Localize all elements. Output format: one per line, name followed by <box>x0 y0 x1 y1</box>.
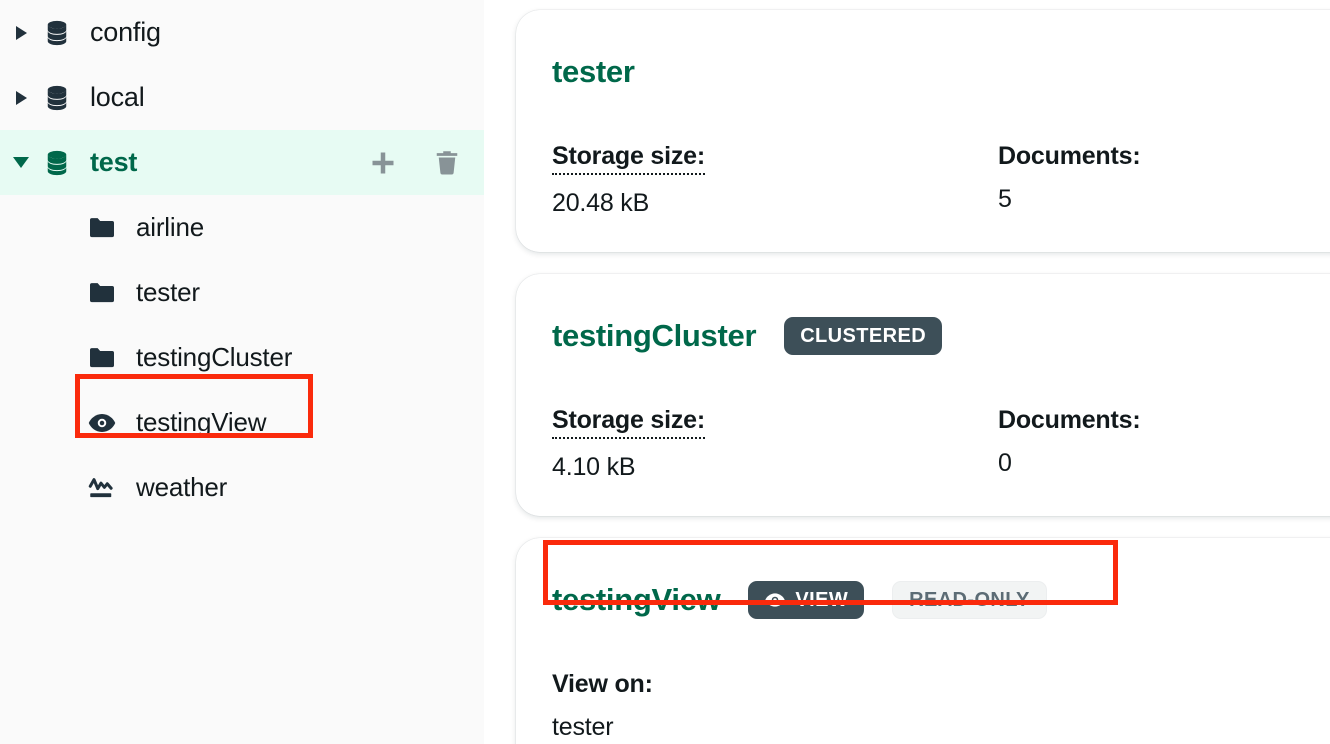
status-badge-read-only: READ-ONLY <box>892 581 1047 619</box>
database-icon <box>34 65 80 130</box>
stat-documents: Documents: 5 <box>998 142 1140 218</box>
collection-name[interactable]: tester <box>552 54 635 90</box>
stat-storage-size: Storage size: 4.10 kB <box>552 406 998 482</box>
timeseries-icon-svg <box>87 473 117 503</box>
sidebar-collection-label: airline <box>136 212 204 243</box>
stat-label: Documents: <box>998 142 1140 171</box>
sidebar-database-test[interactable]: test <box>0 130 484 195</box>
badge-label: CLUSTERED <box>800 325 926 348</box>
database-icon-svg <box>42 18 72 48</box>
plus-icon <box>368 148 398 178</box>
folder-icon <box>86 342 118 374</box>
status-badge-clustered: CLUSTERED <box>784 317 942 355</box>
sidebar-collection-testingView[interactable]: testingView <box>0 390 484 455</box>
database-icon <box>34 0 80 65</box>
stat-value: 20.48 kB <box>552 189 998 218</box>
card-header: tester <box>552 48 1330 96</box>
stat-label: View on: <box>552 670 653 699</box>
folder-icon <box>86 277 118 309</box>
folder-icon <box>86 212 118 244</box>
status-badge-view: VIEW <box>748 581 864 619</box>
database-icon <box>34 130 80 195</box>
sidebar-collection-airline[interactable]: airline <box>0 195 484 260</box>
folder-icon-svg <box>87 278 117 308</box>
stat-value: tester <box>552 713 653 742</box>
sidebar-collection-weather[interactable]: weather <box>0 455 484 520</box>
stat-label: Documents: <box>998 406 1140 435</box>
sidebar-collection-label: testingCluster <box>136 342 292 373</box>
folder-icon-svg <box>87 213 117 243</box>
collections-list-panel: tester Storage size: 20.48 kB Documents:… <box>484 0 1330 744</box>
stat-label: Storage size: <box>552 406 705 439</box>
database-icon-svg <box>42 148 72 178</box>
sidebar-database-label: test <box>90 147 137 178</box>
database-row-actions <box>368 130 462 195</box>
chevron-down-icon <box>13 157 29 168</box>
collapse-caret-test[interactable] <box>8 130 34 195</box>
app-root: config local <box>0 0 1330 744</box>
badge-label: VIEW <box>795 589 848 612</box>
trash-icon <box>432 148 462 178</box>
stat-value: 4.10 kB <box>552 453 998 482</box>
sidebar-collection-testingCluster[interactable]: testingCluster <box>0 325 484 390</box>
card-stats: Storage size: 4.10 kB Documents: 0 <box>552 406 1330 482</box>
database-icon-svg <box>42 83 72 113</box>
chevron-right-icon <box>16 26 27 40</box>
folder-icon-svg <box>87 343 117 373</box>
collection-card-tester[interactable]: tester Storage size: 20.48 kB Documents:… <box>516 10 1330 252</box>
eye-icon-svg <box>87 408 117 438</box>
expand-caret-config[interactable] <box>8 0 34 65</box>
sidebar-database-label: config <box>90 17 161 48</box>
badge-label: READ-ONLY <box>909 589 1030 612</box>
chevron-right-icon <box>16 91 27 105</box>
eye-icon <box>86 407 118 439</box>
card-header: testingCluster CLUSTERED <box>552 312 1330 360</box>
sidebar-database-local[interactable]: local <box>0 65 484 130</box>
stat-value: 5 <box>998 185 1140 214</box>
sidebar-collection-label: tester <box>136 277 200 308</box>
collection-name[interactable]: testingCluster <box>552 318 756 354</box>
stat-storage-size: Storage size: 20.48 kB <box>552 142 998 218</box>
stat-value: 0 <box>998 449 1140 478</box>
stat-label: Storage size: <box>552 142 705 175</box>
eye-icon <box>764 589 786 611</box>
card-stats: Storage size: 20.48 kB Documents: 5 <box>552 142 1330 218</box>
expand-caret-local[interactable] <box>8 65 34 130</box>
drop-database-button[interactable] <box>432 148 462 178</box>
sidebar-collection-label: testingView <box>136 407 266 438</box>
collection-name[interactable]: testingView <box>552 582 720 618</box>
stat-view-on: View on: tester <box>552 670 653 742</box>
sidebar-database-label: local <box>90 82 145 113</box>
collection-card-testingCluster[interactable]: testingCluster CLUSTERED Storage size: 4… <box>516 274 1330 516</box>
sidebar-database-config[interactable]: config <box>0 0 484 65</box>
timeseries-icon <box>86 472 118 504</box>
stat-documents: Documents: 0 <box>998 406 1140 482</box>
sidebar-collection-tester[interactable]: tester <box>0 260 484 325</box>
card-stats: View on: tester <box>552 670 1330 742</box>
card-header: testingView VIEW READ-ONLY <box>552 576 1330 624</box>
sidebar-collection-label: weather <box>136 472 227 503</box>
collection-card-testingView[interactable]: testingView VIEW READ-ONLY View on: test <box>516 538 1330 744</box>
create-collection-button[interactable] <box>368 148 398 178</box>
database-sidebar: config local <box>0 0 484 744</box>
